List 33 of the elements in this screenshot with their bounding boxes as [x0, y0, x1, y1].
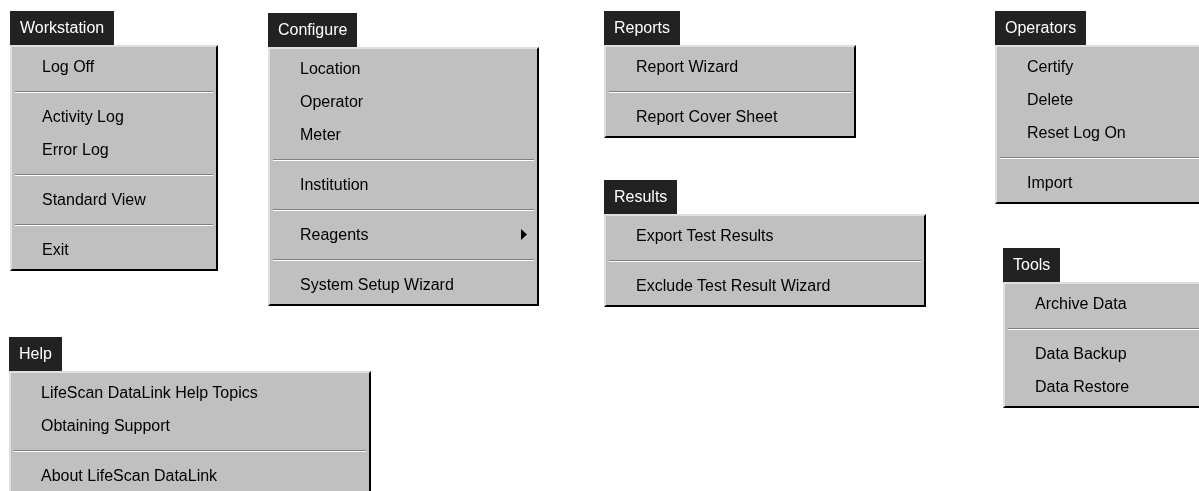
menu-item[interactable]: Reagents	[300, 222, 369, 247]
menu-item[interactable]: Log Off	[42, 54, 95, 79]
menu-item[interactable]: Operator	[300, 89, 364, 114]
menu-item[interactable]: Data Backup	[1035, 341, 1127, 366]
menu-item[interactable]: Exit	[42, 237, 69, 262]
menu-item[interactable]: Error Log	[42, 137, 109, 162]
menu-item[interactable]: Standard View	[42, 187, 146, 212]
menu-title[interactable]: Operators	[995, 11, 1087, 45]
menu-item[interactable]: Meter	[300, 122, 341, 147]
menu-title[interactable]: Results	[604, 180, 678, 214]
menu-item[interactable]: System Setup Wizard	[300, 272, 454, 297]
menu-title[interactable]: Tools	[1003, 248, 1061, 282]
menu-item[interactable]: Report Cover Sheet	[636, 104, 778, 129]
menu-item[interactable]: Data Restore	[1035, 374, 1130, 399]
menu-item[interactable]: Certify	[1027, 54, 1074, 79]
menu-item[interactable]: About LifeScan DataLink	[41, 463, 218, 488]
menu-item[interactable]: Export Test Results	[636, 223, 774, 248]
menu-item[interactable]: Import	[1027, 170, 1073, 195]
menu-item[interactable]: Delete	[1027, 87, 1074, 112]
menu-item[interactable]: Report Wizard	[636, 54, 739, 79]
menu-item[interactable]: Location	[300, 56, 361, 81]
menu-title[interactable]: Help	[9, 337, 62, 371]
menu-title[interactable]: Workstation	[10, 11, 115, 45]
menu-item[interactable]: LifeScan DataLink Help Topics	[41, 380, 258, 405]
submenu-arrow-icon	[521, 229, 527, 240]
menu-title[interactable]: Configure	[268, 13, 358, 47]
menu-item[interactable]: Obtaining Support	[41, 413, 170, 438]
menu-item[interactable]: Activity Log	[42, 104, 124, 129]
menu-title[interactable]: Reports	[604, 11, 681, 45]
menu-item[interactable]: Reset Log On	[1027, 120, 1126, 145]
menu-item[interactable]: Institution	[300, 172, 369, 197]
menu-item[interactable]: Exclude Test Result Wizard	[636, 273, 831, 298]
menu-item[interactable]: Archive Data	[1035, 291, 1127, 316]
